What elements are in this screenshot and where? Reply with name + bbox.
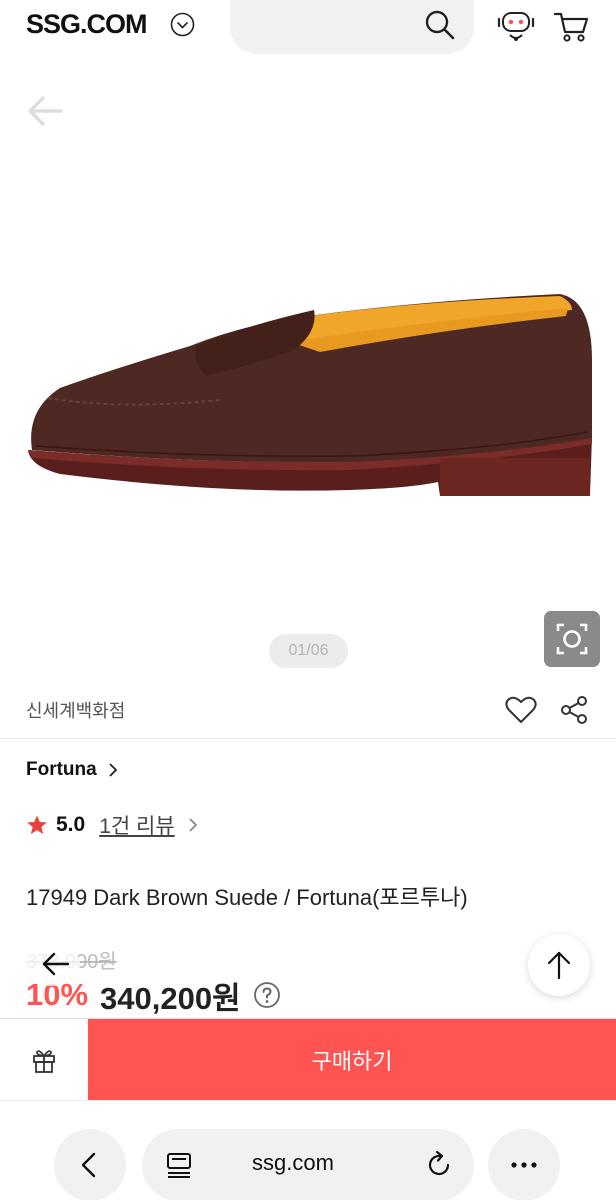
back-arrow-icon[interactable] <box>24 94 64 128</box>
brand-name: Fortuna <box>26 759 97 780</box>
product-title: 17949 Dark Brown Suede / Fortuna(포르투나) <box>26 885 468 910</box>
camera-lens-icon <box>556 623 588 655</box>
seller-name[interactable]: 신세계백화점 <box>26 697 125 723</box>
scroll-top-button[interactable] <box>528 934 590 996</box>
chevron-down-circle-icon[interactable] <box>170 12 195 37</box>
gift-button[interactable] <box>0 1019 88 1100</box>
browser-more-button[interactable] <box>488 1129 560 1200</box>
reload-icon[interactable] <box>424 1150 454 1180</box>
gift-icon <box>33 1049 55 1073</box>
app-header: SSG.COM <box>0 0 616 62</box>
floating-back-icon[interactable] <box>22 940 82 988</box>
reader-mode-icon[interactable] <box>164 1150 194 1180</box>
arrow-up-icon <box>547 951 571 980</box>
chevron-left-icon <box>81 1152 96 1178</box>
site-logo[interactable]: SSG.COM <box>26 9 148 40</box>
review-link[interactable]: 1건 리뷰 <box>99 810 174 840</box>
brand-link[interactable]: Fortuna <box>26 757 121 783</box>
purchase-bar: 구매하기 <box>0 1018 616 1100</box>
chevron-right-icon <box>109 763 117 777</box>
url-text[interactable]: ssg.com <box>252 1150 334 1176</box>
image-search-button[interactable] <box>544 611 600 667</box>
image-counter: 01/06 <box>269 634 348 668</box>
buy-button[interactable]: 구매하기 <box>88 1019 616 1100</box>
chatbot-icon[interactable] <box>496 8 536 44</box>
rating-row: 5.0 1건 리뷰 <box>26 810 201 840</box>
star-icon <box>27 815 47 834</box>
more-dots-icon <box>511 1162 537 1168</box>
section-divider <box>0 738 616 739</box>
share-icon[interactable] <box>558 694 590 726</box>
sale-price: 340,200원 <box>100 980 241 1016</box>
cart-icon[interactable] <box>552 8 590 44</box>
rating-value: 5.0 <box>56 813 86 836</box>
question-circle-icon[interactable] <box>253 981 281 1009</box>
heart-icon[interactable] <box>504 694 538 726</box>
browser-back-button[interactable] <box>54 1129 126 1200</box>
search-icon[interactable] <box>424 9 456 41</box>
chevron-right-icon[interactable] <box>185 817 201 833</box>
product-image[interactable] <box>20 250 600 510</box>
